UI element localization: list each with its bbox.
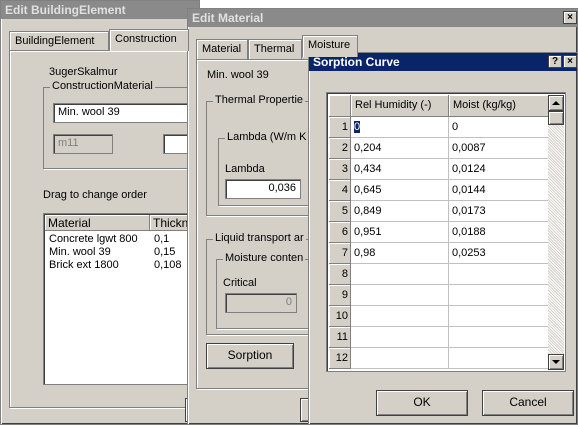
group-label: Lambda (W/m K (225, 131, 309, 143)
column-header-moisture[interactable]: Moist (kg/kg) (449, 95, 549, 117)
group-label: Moisture conten (223, 252, 306, 264)
close-icon[interactable]: × (563, 55, 577, 68)
sorption-grid[interactable]: Rel Humidity (-) Moist (kg/kg) 1 0 0 2 0… (326, 92, 566, 372)
window-title: Edit BuildingElement (1, 1, 199, 19)
tab-label: Thermal (254, 43, 295, 55)
critical-field: 0 (225, 293, 297, 313)
help-icon[interactable]: ? (548, 55, 562, 68)
cell-text: 0 (354, 121, 361, 133)
group-label: ConstructionMaterial (50, 80, 155, 92)
grid-cell[interactable] (449, 306, 549, 327)
grid-cell[interactable]: 0,951 (351, 222, 449, 243)
scroll-up-icon[interactable] (548, 95, 564, 111)
grid-scrollbar[interactable] (548, 95, 564, 370)
material-name: Min. wool 39 (207, 69, 269, 81)
row-header[interactable]: 5 (329, 201, 351, 222)
tab-material[interactable]: Material (196, 39, 248, 59)
group-label: Liquid transport ar (213, 232, 306, 244)
row-header[interactable]: 11 (329, 327, 351, 348)
list-item[interactable]: Concrete lgwt 800 (46, 233, 150, 245)
row-header[interactable]: 12 (329, 348, 351, 369)
column-header-material[interactable]: Material (45, 215, 150, 231)
tab-construction[interactable]: Construction (109, 29, 189, 51)
grid-cell[interactable]: 0,0144 (449, 180, 549, 201)
material-field[interactable]: Min. wool 39 (53, 103, 193, 123)
grid-corner (329, 95, 351, 117)
row-header[interactable]: 2 (329, 138, 351, 159)
grid-cell[interactable] (449, 285, 549, 306)
ok-button[interactable]: OK (376, 390, 468, 416)
tab-label: BuildingElement (15, 35, 95, 47)
row-header[interactable]: 1 (329, 117, 351, 138)
drag-hint: Drag to change order (43, 189, 147, 201)
grid-cell[interactable]: 0,98 (351, 243, 449, 264)
tab-building-element[interactable]: BuildingElement (9, 31, 109, 51)
row-header[interactable]: 4 (329, 180, 351, 201)
window-title: Edit Material (188, 9, 577, 27)
grid-cell[interactable]: 0,0173 (449, 201, 549, 222)
scroll-thumb[interactable] (548, 111, 564, 125)
grid-cell[interactable] (351, 348, 449, 369)
grid-cell[interactable]: 0,204 (351, 138, 449, 159)
grid-cell[interactable] (351, 327, 449, 348)
row-header[interactable]: 10 (329, 306, 351, 327)
grid-cell[interactable] (449, 264, 549, 285)
grid-cell[interactable] (449, 327, 549, 348)
grid-cell[interactable]: 0,849 (351, 201, 449, 222)
row-header[interactable]: 9 (329, 285, 351, 306)
row-header[interactable]: 3 (329, 159, 351, 180)
grid-cell[interactable]: 0,0124 (449, 159, 549, 180)
grid-cell[interactable]: 0,0087 (449, 138, 549, 159)
grid-cell[interactable]: 0,0253 (449, 243, 549, 264)
grid-cell[interactable]: 0,645 (351, 180, 449, 201)
list-item[interactable]: Min. wool 39 (46, 246, 150, 258)
column-header-rel-humidity[interactable]: Rel Humidity (-) (351, 95, 449, 117)
critical-value: 0 (285, 296, 292, 308)
grid-cell[interactable] (351, 264, 449, 285)
grid-cell[interactable]: 0 (351, 117, 449, 138)
sorption-button[interactable]: Sorption (206, 343, 294, 369)
row-header[interactable]: 6 (329, 222, 351, 243)
grid-cell[interactable] (351, 285, 449, 306)
scroll-down-icon[interactable] (548, 354, 564, 370)
tab-thermal[interactable]: Thermal (248, 39, 302, 59)
cancel-button[interactable]: Cancel (482, 390, 574, 416)
code-field: m11 (53, 134, 113, 154)
edit-building-element-window: Edit BuildingElement BuildingElement Con… (0, 0, 201, 425)
row-header[interactable]: 7 (329, 243, 351, 264)
grid-cell[interactable] (351, 306, 449, 327)
grid-cell[interactable]: 0,0188 (449, 222, 549, 243)
grid-cell[interactable]: 0 (449, 117, 549, 138)
list-item[interactable]: Brick ext 1800 (46, 259, 150, 271)
grid-cell[interactable]: 0,434 (351, 159, 449, 180)
tab-label: Construction (115, 33, 177, 45)
row-header[interactable]: 8 (329, 264, 351, 285)
material-list[interactable]: Material Thickn Concrete lgwt 800 0,1 Mi… (43, 213, 201, 385)
tab-moisture[interactable]: Moisture (302, 35, 358, 57)
critical-label: Critical (223, 277, 257, 289)
grid-cell[interactable] (449, 348, 549, 369)
element-name: 3ugerSkalmur (49, 66, 118, 78)
lambda-value: 0,036 (268, 182, 296, 194)
group-label: Thermal Propertie (213, 94, 306, 106)
construction-material-group: ConstructionMaterial (43, 80, 193, 169)
tab-label: Moisture (308, 39, 351, 51)
lambda-field[interactable]: 0,036 (225, 179, 301, 199)
lambda-label: Lambda (225, 163, 265, 175)
tab-label: Material (202, 43, 242, 55)
close-icon[interactable]: × (563, 11, 577, 24)
